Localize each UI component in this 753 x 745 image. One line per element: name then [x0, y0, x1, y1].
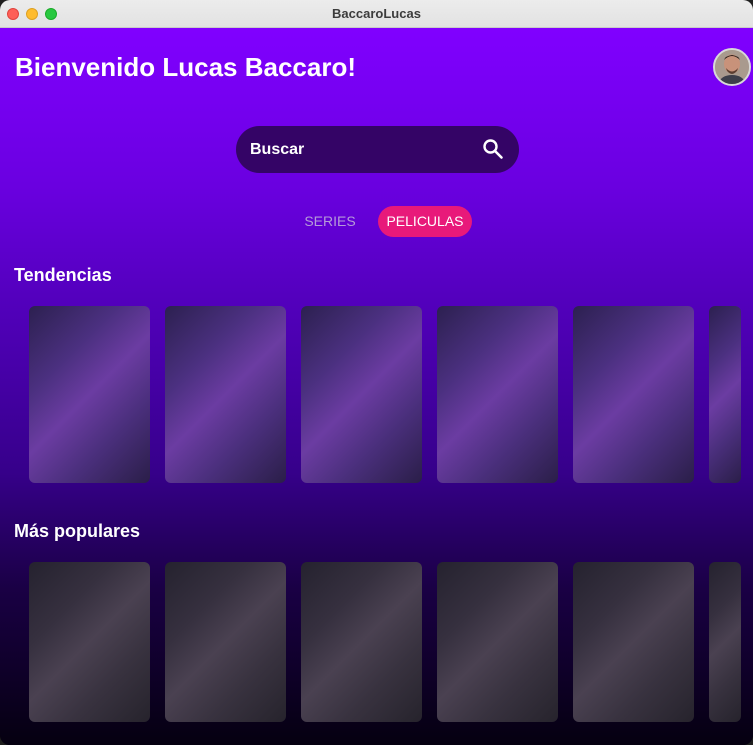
trending-movie-card[interactable]	[165, 306, 286, 483]
popular-movie-card[interactable]	[29, 562, 150, 722]
popular-movie-card[interactable]	[301, 562, 422, 722]
app-window: BaccaroLucas Bienvenido Lucas Baccaro! S…	[0, 0, 753, 745]
popular-movie-card[interactable]	[573, 562, 694, 722]
welcome-heading: Bienvenido Lucas Baccaro!	[15, 52, 356, 82]
trending-carousel	[0, 306, 753, 486]
trending-movie-card[interactable]	[573, 306, 694, 483]
trending-movie-card[interactable]	[29, 306, 150, 483]
search-bar	[236, 126, 519, 173]
trending-movie-card[interactable]	[709, 306, 741, 483]
popular-movie-card[interactable]	[709, 562, 741, 722]
popular-carousel	[0, 562, 753, 742]
window-title: BaccaroLucas	[332, 6, 421, 21]
trending-movie-card[interactable]	[437, 306, 558, 483]
avatar-image	[715, 50, 749, 84]
tab-peliculas[interactable]: PELICULAS	[378, 206, 472, 237]
section-title-mas-populares: Más populares	[14, 521, 141, 541]
title-bar: BaccaroLucas	[0, 0, 753, 28]
main-content: Bienvenido Lucas Baccaro! SERIES PELICUL…	[0, 28, 753, 745]
search-icon[interactable]	[481, 137, 505, 161]
tab-series[interactable]: SERIES	[298, 206, 362, 237]
trending-movie-card[interactable]	[301, 306, 422, 483]
search-input[interactable]	[250, 138, 470, 162]
avatar[interactable]	[713, 48, 751, 86]
popular-movie-card[interactable]	[437, 562, 558, 722]
section-title-tendencias: Tendencias	[14, 265, 112, 285]
popular-movie-card[interactable]	[165, 562, 286, 722]
